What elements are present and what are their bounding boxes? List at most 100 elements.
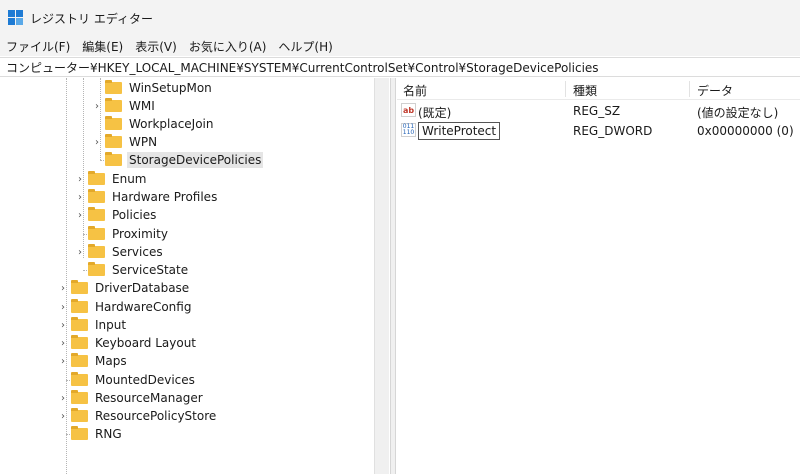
tree-node-label: ResourcePolicyStore [95,409,217,423]
value-type: REG_DWORD [573,124,653,138]
value-name: (既定) [418,106,452,120]
folder-icon [105,80,122,94]
tree-node[interactable]: › Hardware Profiles [74,188,219,206]
tree-node[interactable]: MountedDevices [57,371,197,389]
menu-view[interactable]: 表示(V) [135,38,177,55]
tree-node-label: WinSetupMon [129,81,212,95]
column-divider[interactable] [565,81,566,97]
chevron-right-icon[interactable]: › [91,133,103,151]
chevron-right-icon[interactable]: › [57,389,69,407]
tree-node-label: HardwareConfig [95,300,192,314]
tree-node-label: Input [95,318,127,332]
chevron-right-icon[interactable]: › [74,188,86,206]
title-bar: レジストリ エディター [0,0,800,36]
folder-icon [88,226,105,240]
tree-node-label: ResourceManager [95,391,203,405]
folder-icon [71,335,88,349]
tree-node-label: RNG [95,427,122,441]
column-header-name[interactable]: 名前 [403,82,427,99]
value-row[interactable]: 011 110 WriteProtect REG_DWORD 0x0000000… [397,121,800,141]
menu-bar: ファイル(F) 編集(E) 表示(V) お気に入り(A) ヘルプ(H) [0,36,800,56]
tree-node-label: Services [112,245,163,259]
tree-node-label: Hardware Profiles [112,190,218,204]
folder-icon [71,390,88,404]
tree-node-label: Proximity [112,227,168,241]
value-data: (値の設定なし) [697,106,779,120]
tree-node[interactable]: › DriverDatabase [57,279,191,297]
tree-node[interactable]: › Keyboard Layout [57,334,198,352]
tree-node[interactable]: › Policies [74,206,158,224]
tree-node[interactable]: Proximity [74,225,170,243]
chevron-right-icon[interactable]: › [74,206,86,224]
address-bar[interactable]: コンピューター¥HKEY_LOCAL_MACHINE¥SYSTEM¥Curren… [0,57,800,77]
folder-icon [88,207,105,221]
column-header-data[interactable]: データ [697,82,733,99]
tree-node-label: StorageDevicePolicies [127,152,264,168]
column-divider[interactable] [689,81,690,97]
chevron-right-icon[interactable]: › [91,97,103,115]
tree-node-label: WPN [129,135,158,149]
values-list[interactable]: 名前 種類 データ ab (既定) REG_SZ (値の設定なし) 011 11… [397,78,800,474]
folder-open-icon [105,152,122,166]
tree-node-label: Maps [95,354,127,368]
key-tree[interactable]: WinSetupMon › WMI WorkplaceJoin › WPN St… [0,78,390,474]
folder-icon [71,317,88,331]
tree-node-label: DriverDatabase [95,281,190,295]
tree-node[interactable]: › Input [57,316,128,334]
folder-icon [88,171,105,185]
chevron-right-icon[interactable]: › [57,279,69,297]
folder-icon [88,189,105,203]
tree-scrollbar[interactable] [374,78,389,474]
folder-icon [71,426,88,440]
binary-value-icon: 011 110 [401,123,416,137]
pane-splitter[interactable] [390,78,396,474]
chevron-right-icon[interactable]: › [57,352,69,370]
chevron-right-icon[interactable]: › [74,170,86,188]
menu-favorites[interactable]: お気に入り(A) [189,38,267,55]
string-value-icon: ab [401,103,416,117]
tree-node-label: WMI [129,99,155,113]
tree-node-label: Policies [112,208,157,222]
tree-node-label: Enum [112,172,147,186]
tree-node[interactable]: › ResourcePolicyStore [57,407,218,425]
value-type: REG_SZ [573,104,621,118]
menu-file[interactable]: ファイル(F) [6,38,70,55]
value-row[interactable]: ab (既定) REG_SZ (値の設定なし) [397,101,800,121]
tree-node-label: WorkplaceJoin [129,117,214,131]
value-data: 0x00000000 (0) [697,124,794,138]
chevron-right-icon[interactable]: › [74,243,86,261]
tree-node[interactable]: › WPN [91,133,159,151]
tree-node[interactable]: › ResourceManager [57,389,205,407]
tree-node[interactable]: › WMI [91,97,157,115]
tree-node[interactable]: › HardwareConfig [57,298,193,316]
folder-icon [71,353,88,367]
tree-node[interactable]: WinSetupMon [91,79,214,97]
folder-icon [88,262,105,276]
column-header-type[interactable]: 種類 [573,82,597,99]
chevron-right-icon[interactable]: › [57,298,69,316]
chevron-right-icon[interactable]: › [57,316,69,334]
tree-node-label: Keyboard Layout [95,336,197,350]
tree-node[interactable]: WorkplaceJoin [91,115,216,133]
tree-node-selected[interactable]: StorageDevicePolicies [91,151,264,169]
chevron-right-icon[interactable]: › [57,407,69,425]
menu-edit[interactable]: 編集(E) [82,38,123,55]
chevron-right-icon[interactable]: › [57,334,69,352]
tree-node[interactable]: › Services [74,243,165,261]
folder-icon [105,98,122,112]
tree-node[interactable]: › Enum [74,170,148,188]
tree-node[interactable]: RNG [57,425,124,443]
tree-node-label: MountedDevices [95,373,195,387]
folder-icon [71,280,88,294]
folder-icon [105,116,122,130]
tree-node[interactable]: › Maps [57,352,129,370]
menu-help[interactable]: ヘルプ(H) [278,38,332,55]
tree-node[interactable]: ServiceState [74,261,190,279]
